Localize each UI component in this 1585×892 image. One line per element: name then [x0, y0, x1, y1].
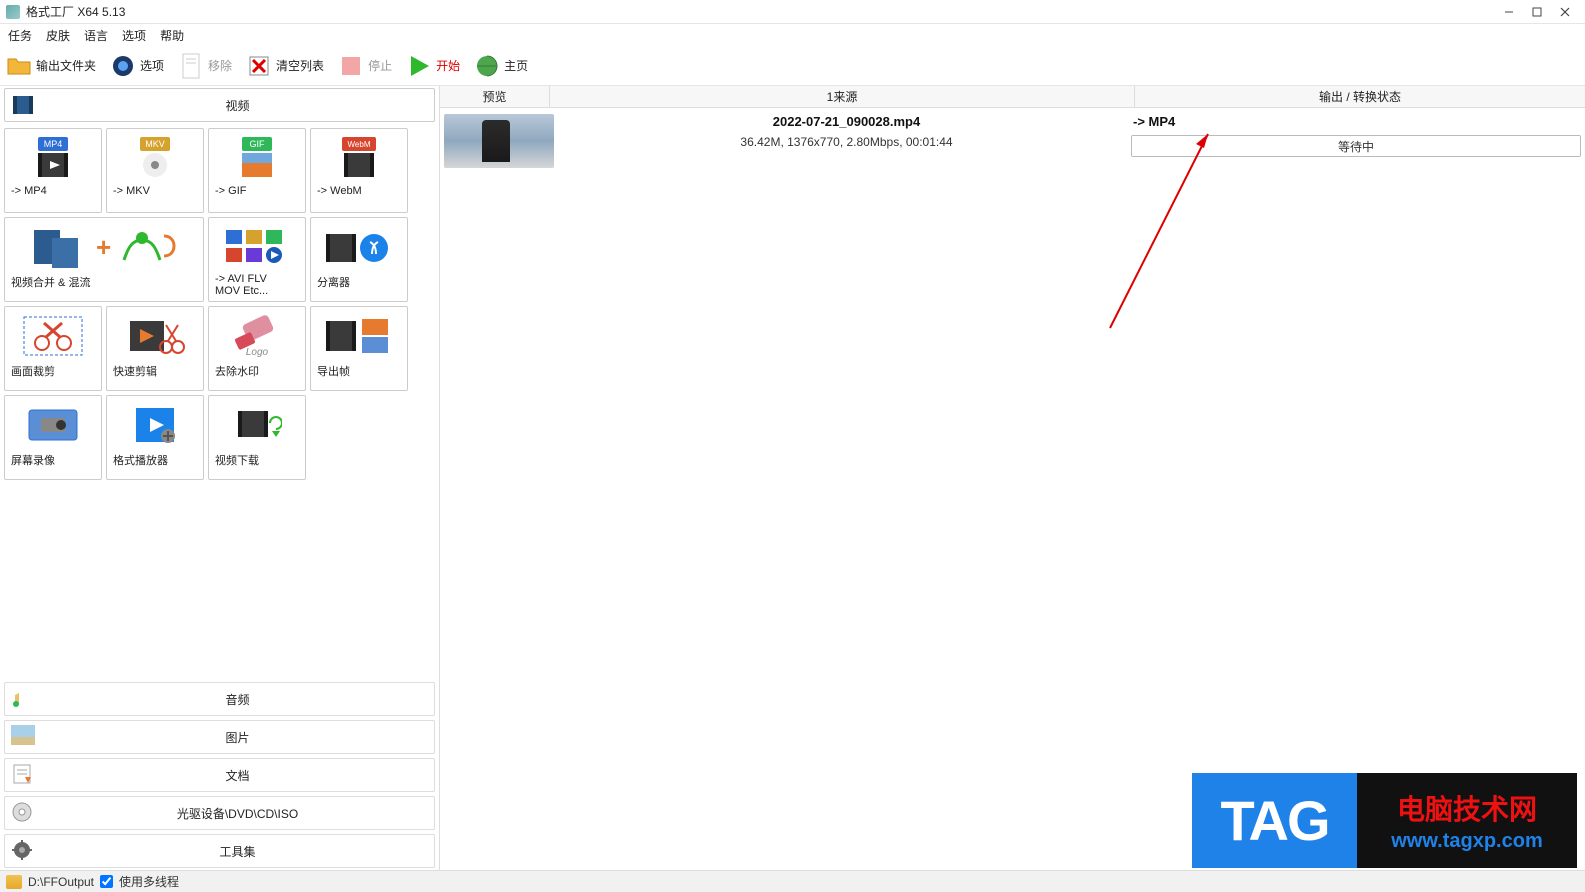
- category-tools[interactable]: 工具集: [4, 834, 435, 868]
- tile-mp4[interactable]: MP4 -> MP4: [4, 128, 102, 213]
- watermark-tag: TAG: [1192, 773, 1357, 868]
- task-progress[interactable]: 等待中: [1131, 135, 1581, 157]
- svg-text:GIF: GIF: [250, 139, 266, 149]
- tile-screen-record[interactable]: 屏幕录像: [4, 395, 102, 480]
- camera-icon: [9, 400, 97, 450]
- tile-player[interactable]: 格式播放器: [106, 395, 204, 480]
- gif-icon: GIF: [213, 133, 301, 183]
- clear-list-button[interactable]: 清空列表: [246, 53, 324, 79]
- tile-merge[interactable]: + 视频合并 & 混流: [4, 217, 204, 302]
- task-meta: 36.42M, 1376x770, 2.80Mbps, 00:01:44: [740, 135, 952, 149]
- merge-icon: +: [9, 222, 199, 272]
- task-filename: 2022-07-21_090028.mp4: [773, 114, 920, 129]
- disc-category-icon: [11, 801, 35, 825]
- menu-help[interactable]: 帮助: [160, 27, 184, 44]
- stop-icon: [338, 53, 364, 79]
- multithread-checkbox[interactable]: [100, 875, 113, 888]
- play-icon: [406, 53, 432, 79]
- left-panel: 视频 MP4 -> MP4 MKV -> MKV GIF -> GIF WebM: [0, 86, 440, 870]
- task-row[interactable]: 2022-07-21_090028.mp4 36.42M, 1376x770, …: [440, 108, 1585, 174]
- window-title: 格式工厂 X64 5.13: [26, 3, 125, 20]
- app-icon: [6, 5, 20, 19]
- menubar: 任务 皮肤 语言 选项 帮助: [0, 24, 1585, 46]
- minimize-button[interactable]: [1495, 2, 1523, 22]
- watermark: TAG 电脑技术网 www.tagxp.com: [1192, 773, 1577, 868]
- category-disc[interactable]: 光驱设备\DVD\CD\ISO: [4, 796, 435, 830]
- tools-category-icon: [11, 839, 35, 863]
- svg-text:WebM: WebM: [348, 140, 371, 149]
- output-folder-button[interactable]: 输出文件夹: [6, 53, 96, 79]
- category-audio[interactable]: 音频: [4, 682, 435, 716]
- menu-options[interactable]: 选项: [122, 27, 146, 44]
- statusbar: D:\FFOutput 使用多线程: [0, 870, 1585, 892]
- tile-remove-watermark[interactable]: Logo 去除水印: [208, 306, 306, 391]
- close-button[interactable]: [1551, 2, 1579, 22]
- tile-avi-etc[interactable]: -> AVI FLV MOV Etc...: [208, 217, 306, 302]
- toolbar: 输出文件夹 选项 移除 清空列表 停止 开始 主页: [0, 46, 1585, 86]
- maximize-button[interactable]: [1523, 2, 1551, 22]
- splitter-icon: [315, 222, 403, 272]
- video-category-icon: [11, 93, 35, 117]
- tile-crop[interactable]: 画面裁剪: [4, 306, 102, 391]
- image-category-icon: [11, 725, 35, 749]
- output-path[interactable]: D:\FFOutput: [28, 875, 94, 889]
- menu-skin[interactable]: 皮肤: [46, 27, 70, 44]
- tile-mkv[interactable]: MKV -> MKV: [106, 128, 204, 213]
- right-panel: 预览 1 来源 输出 / 转换状态 2022-07-21_090028.mp4 …: [440, 86, 1585, 870]
- globe-icon: [474, 53, 500, 79]
- col-status[interactable]: 输出 / 转换状态: [1135, 86, 1585, 107]
- multithread-label: 使用多线程: [119, 873, 179, 890]
- clear-icon: [246, 53, 272, 79]
- remove-icon: [178, 53, 204, 79]
- tile-download[interactable]: 视频下载: [208, 395, 306, 480]
- svg-text:MP4: MP4: [44, 139, 63, 149]
- tile-export-frames[interactable]: 导出帧: [310, 306, 408, 391]
- statusbar-folder-icon[interactable]: [6, 875, 22, 889]
- watermark-text: 电脑技术网 www.tagxp.com: [1357, 773, 1577, 868]
- category-image[interactable]: 图片: [4, 720, 435, 754]
- document-category-icon: [11, 763, 35, 787]
- task-list-header: 预览 1 来源 输出 / 转换状态: [440, 86, 1585, 108]
- tile-splitter[interactable]: 分离器: [310, 217, 408, 302]
- col-source[interactable]: 1 来源: [550, 86, 1135, 107]
- remove-button[interactable]: 移除: [178, 53, 232, 79]
- mp4-icon: MP4: [9, 133, 97, 183]
- start-button[interactable]: 开始: [406, 53, 460, 79]
- titlebar: 格式工厂 X64 5.13: [0, 0, 1585, 24]
- task-thumbnail: [444, 114, 554, 168]
- tile-quick-cut[interactable]: 快速剪辑: [106, 306, 204, 391]
- player-icon: [111, 400, 199, 450]
- category-video[interactable]: 视频: [4, 88, 435, 122]
- tile-webm[interactable]: WebM -> WebM: [310, 128, 408, 213]
- webm-icon: WebM: [315, 133, 403, 183]
- crop-icon: [9, 311, 97, 361]
- mkv-icon: MKV: [111, 133, 199, 183]
- tile-gif[interactable]: GIF -> GIF: [208, 128, 306, 213]
- stop-button[interactable]: 停止: [338, 53, 392, 79]
- category-document[interactable]: 文档: [4, 758, 435, 792]
- task-target: -> MP4: [1131, 114, 1581, 129]
- options-button[interactable]: 选项: [110, 53, 164, 79]
- quick-cut-icon: [111, 311, 199, 361]
- options-icon: [110, 53, 136, 79]
- folder-icon: [6, 53, 32, 79]
- video-tiles-grid: MP4 -> MP4 MKV -> MKV GIF -> GIF WebM ->…: [0, 124, 439, 680]
- task-list-body: 2022-07-21_090028.mp4 36.42M, 1376x770, …: [440, 108, 1585, 870]
- svg-text:MKV: MKV: [145, 139, 165, 149]
- download-icon: [213, 400, 301, 450]
- audio-category-icon: [11, 687, 35, 711]
- task-source: 2022-07-21_090028.mp4 36.42M, 1376x770, …: [562, 114, 1131, 168]
- col-preview[interactable]: 预览: [440, 86, 550, 107]
- multi-format-icon: [213, 222, 301, 271]
- menu-language[interactable]: 语言: [84, 27, 108, 44]
- svg-text:Logo: Logo: [246, 347, 269, 358]
- menu-task[interactable]: 任务: [8, 27, 32, 44]
- eraser-icon: Logo: [213, 311, 301, 361]
- main-area: 视频 MP4 -> MP4 MKV -> MKV GIF -> GIF WebM: [0, 86, 1585, 870]
- frames-icon: [315, 311, 403, 361]
- homepage-button[interactable]: 主页: [474, 53, 528, 79]
- svg-text:+: +: [96, 232, 111, 262]
- task-status: -> MP4 等待中: [1131, 114, 1581, 168]
